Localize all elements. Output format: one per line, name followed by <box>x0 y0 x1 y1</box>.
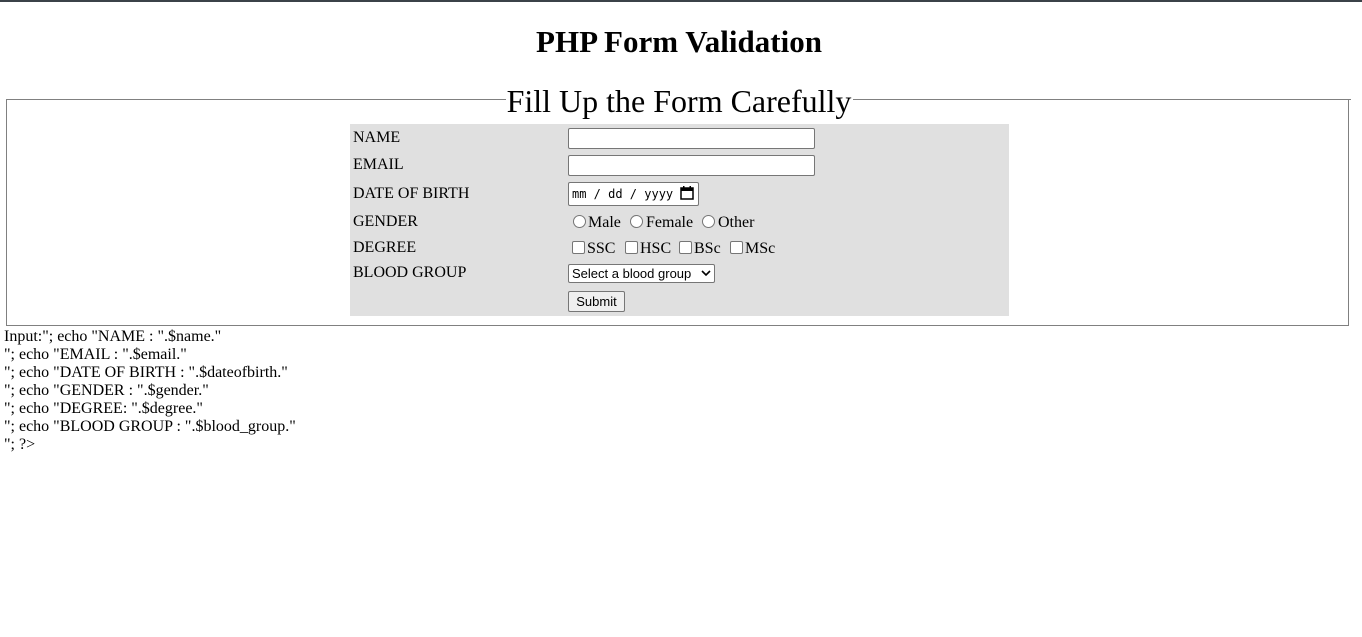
gender-other-radio[interactable] <box>702 215 715 228</box>
raw-line: "; echo "GENDER : ".$gender." <box>4 382 209 399</box>
gender-male-radio[interactable] <box>573 215 586 228</box>
degree-hsc-checkbox[interactable] <box>625 241 638 254</box>
email-input[interactable] <box>568 155 815 176</box>
dob-label: DATE OF BIRTH <box>353 185 470 202</box>
raw-line: "; echo "DEGREE: ".$degree." <box>4 400 203 417</box>
blood-group-select[interactable]: Select a blood group <box>568 264 715 283</box>
window-top-border <box>0 0 1362 2</box>
email-label: EMAIL <box>353 156 404 173</box>
gender-female-radio[interactable] <box>630 215 643 228</box>
submit-button[interactable]: Submit <box>568 291 625 312</box>
raw-line: "; echo "DATE OF BIRTH : ".$dateofbirth.… <box>4 364 288 381</box>
dob-date-input[interactable]: mm / dd / yyyy <box>568 182 699 206</box>
gender-other-label: Other <box>718 214 755 231</box>
gender-female-label: Female <box>646 214 694 231</box>
degree-msc-label: MSc <box>745 240 776 257</box>
name-input[interactable] <box>568 128 815 149</box>
degree-bsc-checkbox[interactable] <box>679 241 692 254</box>
raw-line: Input:"; echo "NAME : ".$name." <box>4 328 222 345</box>
page-title: PHP Form Validation <box>536 24 822 59</box>
degree-bsc-label: BSc <box>694 240 721 257</box>
chevron-down-icon <box>701 270 711 277</box>
name-label: NAME <box>353 129 401 146</box>
gender-label: GENDER <box>353 213 418 230</box>
raw-line: "; echo "EMAIL : ".$email." <box>4 346 187 363</box>
degree-label: DEGREE <box>353 239 417 256</box>
raw-line: "; ?> <box>4 436 36 453</box>
blood-group-label: BLOOD GROUP <box>353 264 467 281</box>
raw-line: "; echo "BLOOD GROUP : ".$blood_group." <box>4 418 296 435</box>
gender-male-label: Male <box>588 214 621 231</box>
blood-group-selected-value: Select a blood group <box>572 266 692 281</box>
raw-php-output: Input:"; echo "NAME : ".$name." "; echo … <box>4 328 296 454</box>
dob-placeholder: mm / dd / yyyy <box>572 187 674 201</box>
calendar-icon[interactable] <box>680 186 694 200</box>
fieldset-legend: Fill Up the Form Carefully <box>506 83 852 119</box>
degree-ssc-label: SSC <box>587 240 616 257</box>
degree-msc-checkbox[interactable] <box>730 241 743 254</box>
degree-ssc-checkbox[interactable] <box>572 241 585 254</box>
degree-hsc-label: HSC <box>640 240 672 257</box>
